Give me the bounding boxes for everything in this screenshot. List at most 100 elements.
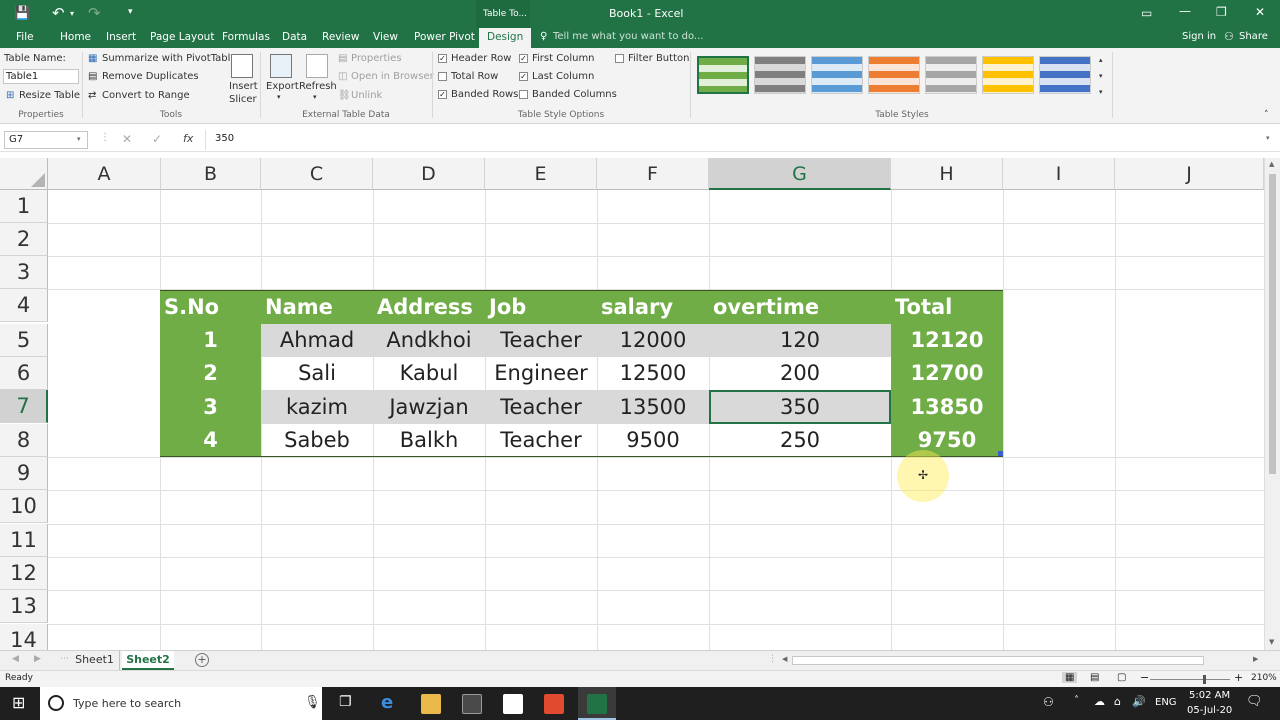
table-cell-total[interactable]: 12120 (891, 324, 1003, 357)
table-cell-overtime[interactable]: 250 (709, 424, 891, 457)
ribbon-display-icon[interactable]: ▭ (1141, 6, 1152, 20)
table-cell-job[interactable]: Teacher (485, 424, 597, 457)
tell-me-input[interactable]: Tell me what you want to do... (553, 31, 703, 42)
name-box[interactable]: G7 (4, 131, 88, 149)
tab-formulas[interactable]: Formulas (222, 31, 270, 43)
row-header-5[interactable]: 5 (0, 324, 48, 357)
undo-icon[interactable]: ↶ (52, 4, 65, 22)
column-header-f[interactable]: F (597, 158, 709, 190)
zoom-slider-thumb[interactable] (1203, 675, 1206, 684)
row-header-4[interactable]: 4 (0, 289, 48, 322)
table-style-green[interactable] (697, 56, 749, 94)
resize-table-button[interactable]: Resize Table (19, 90, 80, 101)
zoom-level[interactable]: 210% (1251, 673, 1277, 683)
column-header-a[interactable]: A (48, 158, 161, 190)
summarize-pivot-button[interactable]: Summarize with PivotTable (102, 53, 237, 64)
network-icon[interactable]: ⌂ (1114, 695, 1121, 708)
table-cell-salary[interactable]: 13500 (597, 391, 709, 424)
column-header-i[interactable]: I (1003, 158, 1115, 190)
insert-slicer-label-1[interactable]: Insert (229, 81, 258, 92)
row-header-9[interactable]: 9 (0, 457, 48, 490)
export-button[interactable]: Export (266, 81, 299, 92)
column-header-e[interactable]: E (485, 158, 597, 190)
table-header-sno[interactable]: S.No (160, 291, 261, 324)
tab-view[interactable]: View (373, 31, 398, 43)
row-header-12[interactable]: 12 (0, 557, 48, 590)
edge-icon[interactable]: e (381, 692, 393, 713)
collapse-ribbon-icon[interactable]: ˄ (1264, 110, 1269, 120)
zoom-slider[interactable] (1150, 679, 1230, 680)
row-header-14[interactable]: 14 (0, 624, 48, 650)
table-cell-total[interactable]: 13850 (891, 391, 1003, 424)
share-button[interactable]: Share (1239, 31, 1268, 42)
insert-slicer-label-2[interactable]: Slicer (229, 94, 257, 105)
column-header-j[interactable]: J (1115, 158, 1264, 190)
table-cell-salary[interactable]: 9500 (597, 424, 709, 457)
select-all-corner[interactable] (0, 158, 48, 190)
sheet-tab-sheet1[interactable]: Sheet1 (70, 651, 120, 670)
last-column-checkbox[interactable]: ✓ (519, 72, 528, 81)
row-header-11[interactable]: 11 (0, 524, 48, 557)
table-cell-job[interactable]: Engineer (485, 357, 597, 390)
page-break-icon[interactable]: ▢ (1117, 672, 1126, 683)
expand-formula-icon[interactable]: ▾ (1266, 134, 1270, 142)
cancel-icon[interactable]: ✕ (122, 132, 132, 146)
scroll-down-icon[interactable]: ▼ (1269, 638, 1274, 646)
formula-input[interactable]: 350 (215, 133, 234, 144)
first-column-checkbox[interactable]: ✓ (519, 54, 528, 63)
filter-button-checkbox[interactable] (615, 54, 624, 63)
language-indicator[interactable]: ENG (1155, 697, 1177, 708)
table-cell-name[interactable]: Sabeb (261, 424, 373, 457)
convert-range-button[interactable]: Convert to Range (102, 90, 190, 101)
table-header-total[interactable]: Total (891, 291, 1003, 324)
page-layout-icon[interactable]: ▤ (1090, 672, 1099, 683)
table-cell-sno[interactable]: 4 (160, 424, 261, 457)
table-cell-address[interactable]: Andkhoi (373, 324, 485, 357)
recorder-app-icon[interactable] (544, 694, 564, 714)
unlink-button[interactable]: Unlink (351, 90, 382, 101)
close-icon[interactable]: ✕ (1255, 5, 1265, 19)
zoom-out-icon[interactable]: − (1140, 671, 1149, 684)
volume-icon[interactable]: 🔊 (1132, 695, 1146, 708)
scroll-right-icon[interactable]: ▶ (1253, 655, 1258, 663)
clock-date[interactable]: 05-Jul-20 (1187, 705, 1232, 716)
table-cell-name[interactable]: kazim (261, 391, 373, 424)
table-header-job[interactable]: Job (485, 291, 597, 324)
export-dropdown-icon[interactable]: ▾ (277, 93, 281, 101)
tab-data[interactable]: Data (282, 31, 307, 43)
notifications-icon[interactable]: 🗨 (1246, 694, 1263, 709)
banded-rows-checkbox[interactable]: ✓ (438, 90, 447, 99)
people-icon[interactable]: ⚇ (1043, 695, 1054, 709)
table-header-address[interactable]: Address (373, 291, 485, 324)
table-cell-salary[interactable]: 12000 (597, 324, 709, 357)
undo-dropdown-icon[interactable]: ▾ (70, 9, 74, 18)
column-header-h[interactable]: H (891, 158, 1003, 190)
store-icon[interactable] (462, 694, 482, 714)
row-header-6[interactable]: 6 (0, 357, 48, 390)
table-header-overtime[interactable]: overtime (709, 291, 891, 324)
total-row-checkbox[interactable] (438, 72, 447, 81)
column-header-d[interactable]: D (373, 158, 485, 190)
tab-power-pivot[interactable]: Power Pivot (414, 31, 475, 43)
table-style-navy[interactable] (1039, 56, 1091, 94)
header-row-checkbox[interactable]: ✓ (438, 54, 447, 63)
table-header-salary[interactable]: salary (597, 291, 709, 324)
tab-insert[interactable]: Insert (106, 31, 136, 43)
column-header-c[interactable]: C (261, 158, 373, 190)
table-cell-address[interactable]: Jawzjan (373, 391, 485, 424)
zoom-in-icon[interactable]: + (1234, 671, 1243, 684)
file-explorer-icon[interactable] (421, 694, 441, 714)
table-cell-total[interactable]: 12700 (891, 357, 1003, 390)
restore-icon[interactable]: ❐ (1216, 5, 1227, 19)
next-sheet-icon[interactable]: ▶ (34, 654, 41, 664)
redo-icon[interactable]: ↷ (88, 4, 101, 22)
row-header-3[interactable]: 3 (0, 256, 48, 289)
table-cell-overtime[interactable]: 120 (709, 324, 891, 357)
styles-more-icon[interactable]: ▾ (1099, 88, 1103, 96)
tab-review[interactable]: Review (322, 31, 359, 43)
column-header-b[interactable]: B (161, 158, 261, 190)
column-header-g[interactable]: G (709, 158, 891, 190)
vertical-scroll-thumb[interactable] (1269, 174, 1276, 474)
table-cell-sno[interactable]: 3 (160, 391, 261, 424)
sheet-nav-more-icon[interactable]: ⋯ (60, 654, 69, 664)
